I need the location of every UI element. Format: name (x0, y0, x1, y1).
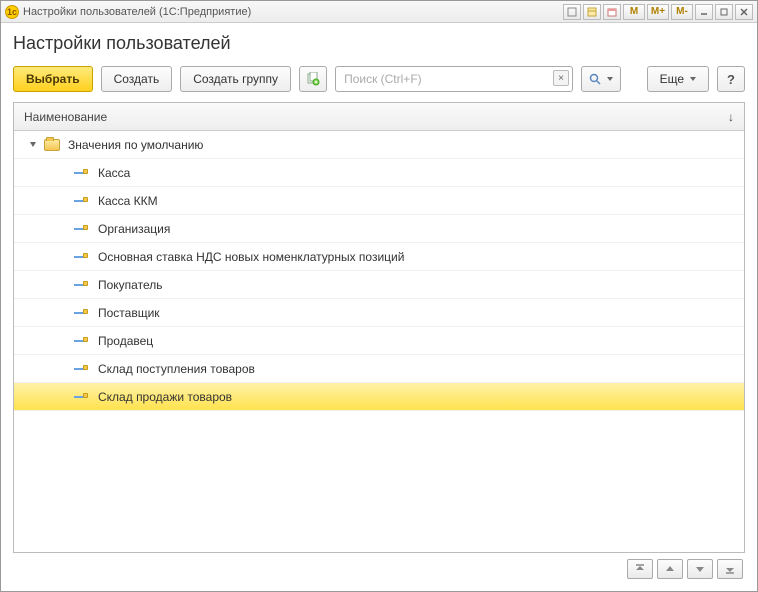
titlebar: 1c Настройки пользователей (1С:Предприят… (1, 1, 757, 23)
item-label: Основная ставка НДС новых номенклатурных… (98, 250, 404, 264)
item-label: Продавец (98, 334, 153, 348)
column-header: Наименование (24, 110, 107, 124)
minimize-button[interactable] (695, 4, 713, 20)
tree-group-row[interactable]: Значения по умолчанию (14, 131, 744, 159)
more-label: Еще (660, 72, 684, 86)
item-icon (74, 252, 88, 262)
search-wrap: × (335, 66, 573, 92)
tree-item-row[interactable]: Продавец (14, 327, 744, 355)
group-label: Значения по умолчанию (68, 138, 203, 152)
item-icon (74, 336, 88, 346)
content: Настройки пользователей Выбрать Создать … (1, 23, 757, 591)
item-label: Покупатель (98, 278, 162, 292)
calendar-icon[interactable] (603, 4, 621, 20)
item-label: Поставщик (98, 306, 160, 320)
tree-item-row[interactable]: Склад поступления товаров (14, 355, 744, 383)
page-title: Настройки пользователей (13, 33, 745, 54)
item-label: Склад поступления товаров (98, 362, 255, 376)
tree-item-row[interactable]: Склад продажи товаров (14, 383, 744, 411)
item-icon (74, 168, 88, 178)
grid-header[interactable]: Наименование ↓ (14, 103, 744, 131)
tree-item-row[interactable]: Поставщик (14, 299, 744, 327)
chevron-down-icon (690, 77, 696, 81)
memory-mminus-button[interactable]: M- (671, 4, 693, 20)
nav-up-button[interactable] (657, 559, 683, 579)
search-input[interactable] (335, 66, 573, 92)
item-label: Касса ККМ (98, 194, 158, 208)
item-icon (74, 224, 88, 234)
item-label: Организация (98, 222, 170, 236)
grid-body: Значения по умолчанию Касса Касса ККМ Ор… (14, 131, 744, 552)
item-icon (74, 364, 88, 374)
search-clear-button[interactable]: × (553, 70, 569, 86)
tool-button-2[interactable] (583, 4, 601, 20)
tree-item-row[interactable]: Организация (14, 215, 744, 243)
item-label: Склад продажи товаров (98, 390, 232, 404)
item-icon (74, 280, 88, 290)
tree-item-row[interactable]: Основная ставка НДС новых номенклатурных… (14, 243, 744, 271)
select-button[interactable]: Выбрать (13, 66, 93, 92)
tree-item-row[interactable]: Касса (14, 159, 744, 187)
folder-icon (44, 139, 60, 151)
create-group-button[interactable]: Создать группу (180, 66, 291, 92)
copy-button[interactable] (299, 66, 327, 92)
titlebar-tools: M M+ M- (563, 4, 753, 20)
grid: Наименование ↓ Значения по умолчанию Кас… (13, 102, 745, 553)
search-dropdown-button[interactable] (581, 66, 621, 92)
create-button[interactable]: Создать (101, 66, 173, 92)
tree-item-row[interactable]: Касса ККМ (14, 187, 744, 215)
window-title: Настройки пользователей (1С:Предприятие) (23, 6, 563, 18)
memory-mplus-button[interactable]: M+ (647, 4, 669, 20)
tool-button-1[interactable] (563, 4, 581, 20)
nav-down-button[interactable] (687, 559, 713, 579)
close-button[interactable] (735, 4, 753, 20)
expander-icon[interactable] (28, 140, 38, 150)
item-icon (74, 308, 88, 318)
memory-m-button[interactable]: M (623, 4, 645, 20)
nav-first-button[interactable] (627, 559, 653, 579)
help-button[interactable]: ? (717, 66, 745, 92)
app-icon: 1c (5, 5, 19, 19)
toolbar: Выбрать Создать Создать группу × Еще ? (13, 66, 745, 92)
nav-last-button[interactable] (717, 559, 743, 579)
sort-indicator-icon: ↓ (728, 110, 734, 124)
item-label: Касса (98, 166, 130, 180)
item-icon (74, 196, 88, 206)
tree-item-row[interactable]: Покупатель (14, 271, 744, 299)
footer-nav (13, 553, 745, 581)
window: 1c Настройки пользователей (1С:Предприят… (0, 0, 758, 592)
more-button[interactable]: Еще (647, 66, 709, 92)
chevron-down-icon (607, 77, 613, 81)
item-icon (74, 392, 88, 402)
maximize-button[interactable] (715, 4, 733, 20)
